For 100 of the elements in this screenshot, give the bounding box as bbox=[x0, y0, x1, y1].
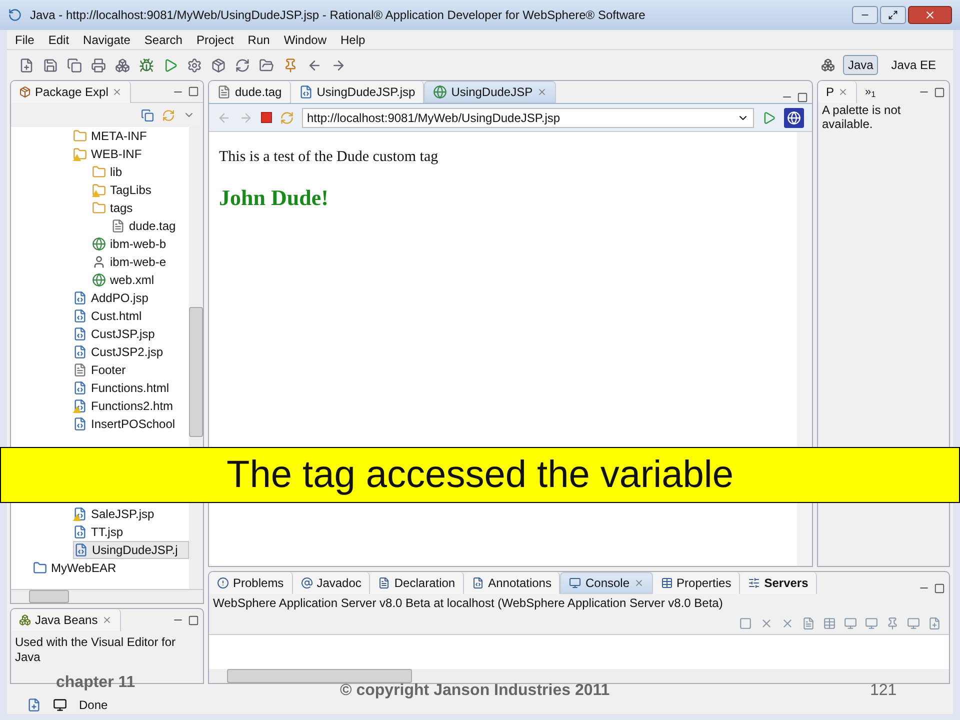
console-tool-icon[interactable] bbox=[907, 616, 920, 630]
menu-item[interactable]: File bbox=[15, 30, 34, 48]
close-icon[interactable] bbox=[634, 578, 644, 588]
globe-icon bbox=[433, 85, 448, 99]
arrow-right-icon[interactable] bbox=[331, 58, 346, 72]
close-icon[interactable] bbox=[838, 87, 848, 97]
globe-icon[interactable] bbox=[784, 108, 804, 128]
tree-item[interactable]: InsertPOSchool bbox=[73, 415, 189, 433]
tree-item[interactable]: ibm-web-e bbox=[92, 253, 189, 271]
maximize-icon[interactable] bbox=[188, 614, 199, 626]
save-icon[interactable] bbox=[43, 58, 58, 72]
maximize-icon[interactable] bbox=[934, 86, 945, 98]
tree-item[interactable]: WEB-INF bbox=[73, 145, 189, 163]
tree-item[interactable]: Footer bbox=[73, 361, 189, 379]
tab[interactable]: dude.tag bbox=[209, 81, 291, 103]
tree-item[interactable]: lib bbox=[92, 163, 189, 181]
url-field[interactable]: http://localhost:9081/MyWeb/UsingDudeJSP.jsp bbox=[302, 108, 754, 128]
copy-icon[interactable] bbox=[67, 58, 82, 72]
beans-icon bbox=[19, 614, 31, 626]
tree-item[interactable]: AddPO.jsp bbox=[73, 289, 189, 307]
package-icon bbox=[19, 86, 31, 98]
maximize-icon[interactable] bbox=[188, 86, 199, 97]
tree-item[interactable]: CustJSP2.jsp bbox=[73, 343, 189, 361]
perspective-button[interactable]: Java EE bbox=[886, 55, 941, 75]
print-icon[interactable] bbox=[91, 58, 106, 72]
page-text: This is a test of the Dude custom tag bbox=[219, 148, 440, 167]
file-icon bbox=[217, 85, 231, 99]
tree-item[interactable]: tags bbox=[92, 199, 189, 217]
tree-item[interactable]: META-INF bbox=[73, 127, 189, 145]
console-tool-icon[interactable] bbox=[823, 616, 836, 630]
at-sign-icon bbox=[300, 577, 313, 589]
tab[interactable]: UsingDudeJSP.jsp bbox=[290, 81, 424, 103]
play-icon[interactable] bbox=[163, 58, 178, 72]
tab[interactable]: Javadoc bbox=[292, 572, 370, 594]
perspective-button[interactable]: Java bbox=[842, 55, 878, 75]
tab[interactable]: Properties bbox=[652, 572, 740, 594]
tab[interactable]: Java Beans bbox=[11, 609, 121, 631]
console-tool-icon[interactable] bbox=[865, 616, 878, 630]
tab[interactable]: Servers bbox=[740, 572, 818, 594]
menu-item[interactable]: Search bbox=[144, 30, 182, 48]
close-icon[interactable] bbox=[102, 615, 112, 625]
close-icon bbox=[924, 9, 936, 21]
tab[interactable]: Console bbox=[560, 572, 653, 594]
close-icon[interactable] bbox=[112, 86, 122, 96]
tab[interactable]: UsingDudeJSP bbox=[424, 81, 556, 103]
go-icon[interactable] bbox=[762, 110, 776, 124]
chapter-label: chapter 11 bbox=[56, 675, 136, 691]
gear-icon[interactable] bbox=[187, 58, 202, 72]
window-title: Java - http://localhost:9081/MyWeb/UsingDudeJSP.jsp - Rational® Application Developer for WebSphere® Software bbox=[30, 7, 646, 24]
menu-item[interactable]: Run bbox=[248, 30, 270, 48]
console-tool-icon[interactable] bbox=[802, 616, 815, 630]
close-icon[interactable] bbox=[536, 87, 547, 97]
tree-item[interactable]: Functions.html bbox=[73, 379, 189, 397]
pin-icon[interactable] bbox=[283, 58, 298, 72]
tab[interactable]: P bbox=[818, 81, 858, 103]
tree-item[interactable]: Functions2.htm bbox=[73, 397, 189, 415]
new-file-icon[interactable] bbox=[19, 58, 34, 72]
maximize-icon[interactable] bbox=[934, 582, 945, 594]
console-tool-icon[interactable] bbox=[760, 616, 773, 630]
menu-item[interactable]: Project bbox=[196, 30, 234, 48]
overflow-indicator[interactable]: »$_{1}$ bbox=[865, 84, 876, 100]
package-icon[interactable] bbox=[211, 58, 226, 72]
maximize-button[interactable] bbox=[880, 6, 906, 24]
tree-item[interactable]: TT.jsp bbox=[73, 523, 189, 541]
collapse-icon[interactable] bbox=[141, 108, 154, 122]
tree-item[interactable]: ibm-web-b bbox=[92, 235, 189, 253]
warning-icon bbox=[217, 577, 229, 589]
console-tool-icon[interactable] bbox=[739, 616, 752, 630]
console-tool-icon[interactable] bbox=[781, 616, 794, 630]
maximize-icon[interactable] bbox=[797, 92, 808, 102]
bug-icon[interactable] bbox=[139, 58, 154, 72]
project-icon bbox=[33, 561, 47, 575]
menu-item[interactable]: Navigate bbox=[83, 30, 130, 48]
blocks-icon[interactable] bbox=[115, 58, 130, 72]
perspective-icon[interactable] bbox=[820, 58, 835, 72]
console-tool-icon[interactable] bbox=[844, 616, 857, 630]
tab[interactable]: Declaration bbox=[370, 572, 464, 594]
page-number: 121 bbox=[870, 681, 897, 701]
tab[interactable]: Package Expl bbox=[11, 80, 132, 102]
close-button[interactable] bbox=[908, 6, 952, 24]
tree-item[interactable]: web.xml bbox=[92, 271, 189, 289]
tree-item[interactable]: MyWebEAR bbox=[33, 559, 189, 577]
menu-item[interactable]: Window bbox=[284, 30, 326, 48]
menu-item[interactable]: Edit bbox=[48, 30, 70, 48]
tree-item[interactable]: CustJSP.jsp bbox=[73, 325, 189, 343]
fast-view-icon[interactable] bbox=[27, 698, 41, 712]
tree-item[interactable]: TagLibs bbox=[92, 181, 189, 199]
tree-item[interactable]: Cust.html bbox=[73, 307, 189, 325]
folder-icon[interactable] bbox=[259, 58, 274, 72]
console-tool-icon[interactable] bbox=[886, 616, 899, 630]
console-tool-icon[interactable] bbox=[928, 616, 941, 630]
tree-item[interactable]: UsingDudeJSP.j bbox=[73, 541, 189, 559]
menu-item[interactable]: Help bbox=[340, 30, 366, 48]
tab[interactable]: Annotations bbox=[464, 572, 560, 594]
horizontal-scrollbar[interactable] bbox=[11, 589, 203, 603]
tab[interactable]: Problems bbox=[209, 572, 293, 594]
tree-item[interactable]: SaleJSP.jsp bbox=[73, 505, 189, 523]
refresh-icon[interactable] bbox=[235, 58, 250, 72]
tree-item[interactable]: dude.tag bbox=[111, 217, 189, 235]
jsp-icon bbox=[298, 85, 313, 99]
